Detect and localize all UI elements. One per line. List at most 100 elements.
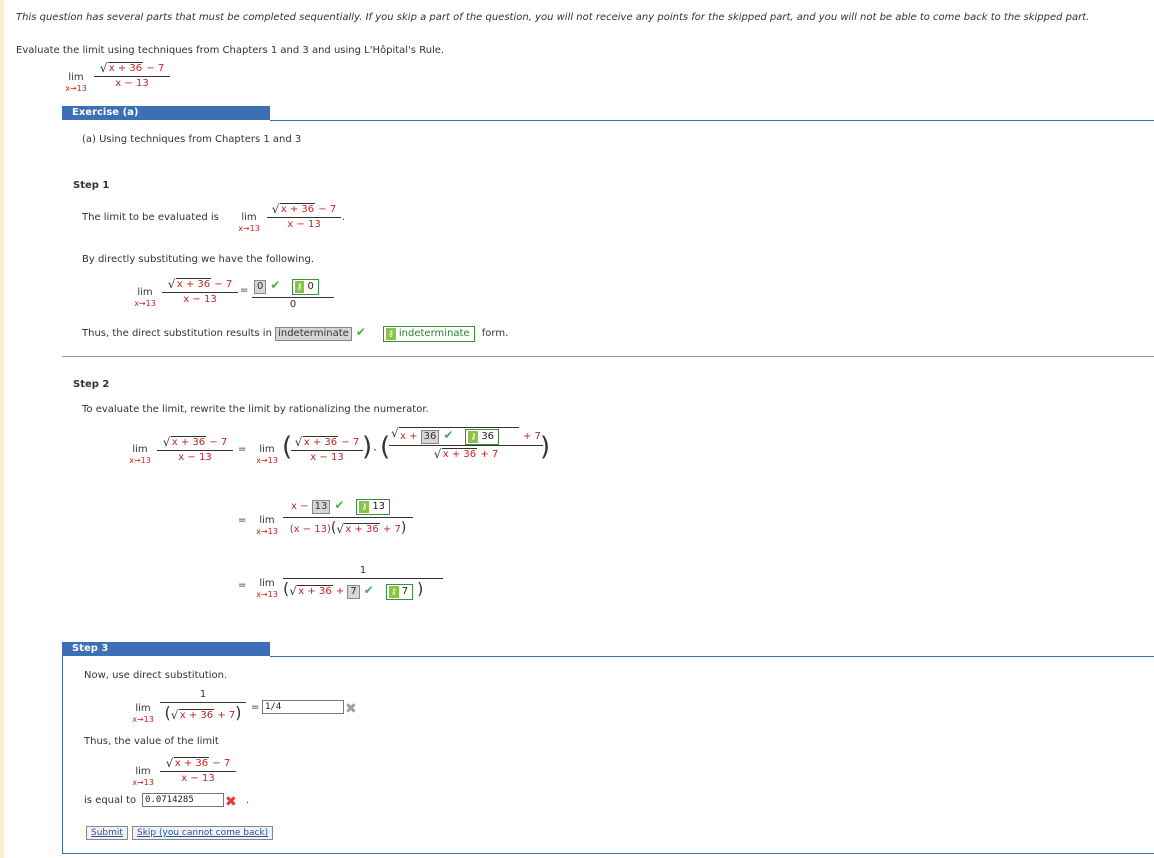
step1-text: The limit to be evaluated is [82,212,219,223]
step1-result-text: Thus, the direct substitution results in… [82,325,508,342]
step3-thus-text: Thus, the value of the limit [84,736,219,747]
step1-den-value: 0 [252,297,334,312]
result-suffix: form. [481,328,509,339]
final-answer-input[interactable]: 0.0714285 [142,793,224,807]
check-icon: ✔ [443,428,454,442]
step2-line3-fraction: 1 (x + 36 + 7✔⚷7) [283,564,443,600]
conj-den-rest: + 7 [477,449,499,460]
lim-word: lim [135,766,151,777]
radicand: x + 36 [173,757,210,769]
numerator-rest: − 7 [209,758,231,769]
radicand: x + 36 [170,436,207,448]
step3-equals: = [251,702,260,713]
step3-num: 1 [199,689,207,700]
step-divider [62,356,1154,357]
step2-line2-fraction: x − 13✔⚷13 (x − 13)(x + 36 + 7) [283,498,413,537]
step1-sub-result: 0 ✔ ⚷ 0 0 [252,278,334,312]
key-icon: ⚷ [294,281,305,293]
lim-approach: x→13 [129,456,151,465]
denominator: x − 13 [162,292,238,307]
line3-plus: + [332,586,348,597]
step3-den-rest: + 7 [214,710,236,721]
step2-line2-answer: 13 [311,500,331,514]
numerator-rest: − 7 [338,437,360,448]
key-icon: ⚷ [468,431,479,443]
step2-line2-key: ⚷ 13 [356,499,391,515]
step1-result-key: ⚷ indeterminate [383,326,475,342]
step1-sub-limit: lim x→13 [130,287,160,309]
lim-approach: x→13 [65,84,87,93]
step2-line3-key: ⚷ 7 [385,584,414,600]
radicand: x + 36 [302,436,339,448]
step1-sub-fraction: x + 36 − 7 x − 13 [162,277,238,307]
main-denominator: x − 13 [94,76,170,91]
skip-button[interactable]: Skip (you cannot come back) [132,826,274,840]
step1-limit: lim x→13 [234,212,264,234]
check-icon: ✔ [270,278,281,292]
step1-substitution-text: By directly substituting we have the fol… [82,254,314,265]
conj-suffix: + 7 [523,431,541,442]
lim-word: lim [241,212,257,223]
final-period: . [246,795,250,806]
step2-conjugate-fraction: x + 36✔⚷36+ 7 x + 36 + 7 [389,426,543,462]
key-icon: ⚷ [359,501,370,513]
step3-final-fraction: x + 36 − 7 x − 13 [160,756,236,786]
lim-word: lim [259,444,275,455]
step2-fraction: x + 36 − 7 x − 13 [157,435,233,465]
numerator-rest: − 7 [315,204,337,215]
step1-period: . [342,212,346,223]
exercise-header-line [270,120,1154,121]
step3-header: Step 3 [62,642,270,656]
step2-limit: lim x→13 [125,444,155,466]
radicand: x + 36 [175,278,212,290]
step1-result-answer: indeterminate [275,327,352,341]
lim-approach: x→13 [134,299,156,308]
main-fraction: x + 36 − 7 x − 13 [94,61,170,91]
step3-is-equal-to: is equal to [84,795,137,806]
exercise-subtitle: (a) Using techniques from Chapters 1 and… [82,134,302,145]
lim-word: lim [68,72,84,83]
step2-equals-2: = [238,515,247,526]
lim-word: lim [135,703,151,714]
step2-limit-4: lim x→13 [252,578,282,600]
lim-approach: x→13 [132,778,154,787]
result-prefix: Thus, the direct substitution results in [82,328,272,339]
line2-den-prefix: (x − 13) [289,524,331,535]
radicand: x + 36 [107,62,144,74]
step3-text: Now, use direct substitution. [84,670,228,681]
radicand: x + 36 [178,709,215,721]
numerator-rest: − 7 [206,437,228,448]
exercise-header: Exercise (a) [62,106,270,120]
lim-approach: x→13 [256,590,278,599]
step3-box [62,656,1154,854]
lim-word: lim [137,287,153,298]
check-icon: ✔ [334,498,345,512]
right-paren: ) [362,432,373,462]
lim-approach: x→13 [256,527,278,536]
numerator-rest: − 7 [143,63,165,74]
task-text: Evaluate the limit using techniques from… [16,45,445,56]
x-icon: ✖ [345,701,357,717]
main-limit: lim x→13 [62,72,90,94]
step3-limit: lim x→13 [128,703,158,725]
denominator: x − 13 [157,450,233,465]
check-icon: ✔ [363,583,374,597]
step3-answer-input[interactable]: 1/4 [262,700,344,714]
denominator: x − 13 [160,771,236,786]
lim-word: lim [259,578,275,589]
line3-num: 1 [359,565,367,576]
key-icon: ⚷ [386,328,396,340]
step1-num-key: ⚷ 0 [291,279,319,295]
radicand: x + 36 [344,523,380,535]
denominator: x − 13 [291,450,363,465]
lim-word: lim [259,515,275,526]
step2-fraction-2: x + 36 − 7 x − 13 [291,435,363,465]
step2-equals-3: = [238,580,247,591]
step2-label: Step 2 [73,379,110,390]
numerator-rest: − 7 [211,279,233,290]
step1-fraction: x + 36 − 7 x − 13 [267,202,341,232]
submit-button[interactable]: Submit [86,826,128,840]
step2-limit-3: lim x→13 [252,515,282,537]
radicand: x + 36 [297,585,333,597]
denominator: x − 13 [267,217,341,232]
